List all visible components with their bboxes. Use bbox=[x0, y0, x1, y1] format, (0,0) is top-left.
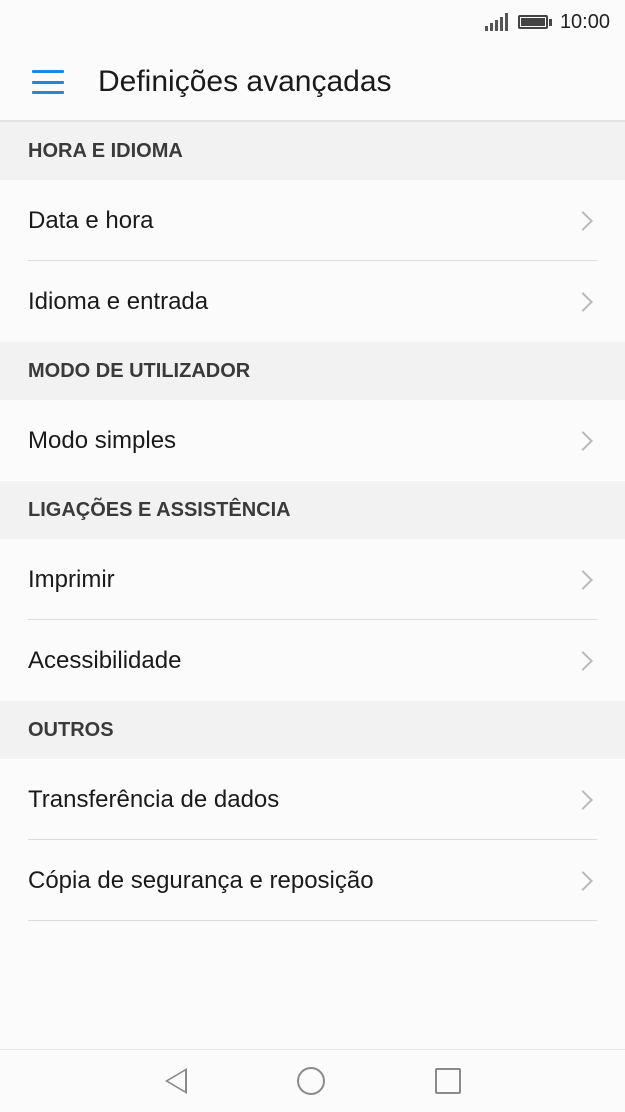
recent-square-icon[interactable] bbox=[434, 1068, 461, 1094]
section-header-connections-assistance: LIGAÇÕES E ASSISTÊNCIA bbox=[0, 481, 625, 539]
section-header-time-language: HORA E IDIOMA bbox=[0, 122, 625, 180]
settings-item-date-time[interactable]: Data e hora bbox=[0, 180, 625, 261]
settings-item-label: Imprimir bbox=[28, 565, 115, 593]
settings-list: HORA E IDIOMA Data e hora Idioma e entra… bbox=[0, 122, 625, 921]
settings-item-data-transfer[interactable]: Transferência de dados bbox=[0, 759, 625, 840]
hamburger-menu-icon[interactable] bbox=[32, 70, 64, 94]
chevron-right-icon bbox=[573, 291, 593, 312]
settings-item-label: Cópia de segurança e reposição bbox=[28, 866, 374, 894]
battery-icon bbox=[517, 15, 552, 29]
settings-item-label: Acessibilidade bbox=[28, 646, 182, 674]
navigation-bar bbox=[0, 1049, 625, 1112]
divider bbox=[28, 920, 597, 921]
page-title: Definições avançadas bbox=[98, 65, 392, 98]
chevron-right-icon bbox=[573, 210, 593, 231]
settings-item-label: Data e hora bbox=[28, 206, 154, 234]
chevron-right-icon bbox=[573, 569, 593, 590]
status-bar: 10:00 bbox=[0, 0, 625, 44]
settings-item-language-input[interactable]: Idioma e entrada bbox=[0, 261, 625, 342]
chevron-right-icon bbox=[573, 650, 593, 671]
chevron-right-icon bbox=[573, 789, 593, 810]
settings-item-label: Modo simples bbox=[28, 426, 177, 454]
section-header-user-mode: MODO DE UTILIZADOR bbox=[0, 342, 625, 400]
section-header-others: OUTROS bbox=[0, 701, 625, 759]
settings-item-print[interactable]: Imprimir bbox=[0, 539, 625, 620]
settings-item-label: Transferência de dados bbox=[28, 785, 280, 813]
settings-item-backup-reset[interactable]: Cópia de segurança e reposição bbox=[0, 840, 625, 921]
settings-item-accessibility[interactable]: Acessibilidade bbox=[0, 620, 625, 701]
settings-item-simple-mode[interactable]: Modo simples bbox=[0, 400, 625, 481]
back-triangle-icon[interactable] bbox=[164, 1068, 187, 1094]
app-bar: Definições avançadas bbox=[0, 44, 625, 122]
signal-icon bbox=[484, 13, 508, 31]
settings-item-label: Idioma e entrada bbox=[28, 287, 209, 315]
status-time: 10:00 bbox=[559, 10, 610, 33]
home-circle-icon[interactable] bbox=[296, 1067, 325, 1095]
chevron-right-icon bbox=[573, 430, 593, 451]
chevron-right-icon bbox=[573, 870, 593, 891]
